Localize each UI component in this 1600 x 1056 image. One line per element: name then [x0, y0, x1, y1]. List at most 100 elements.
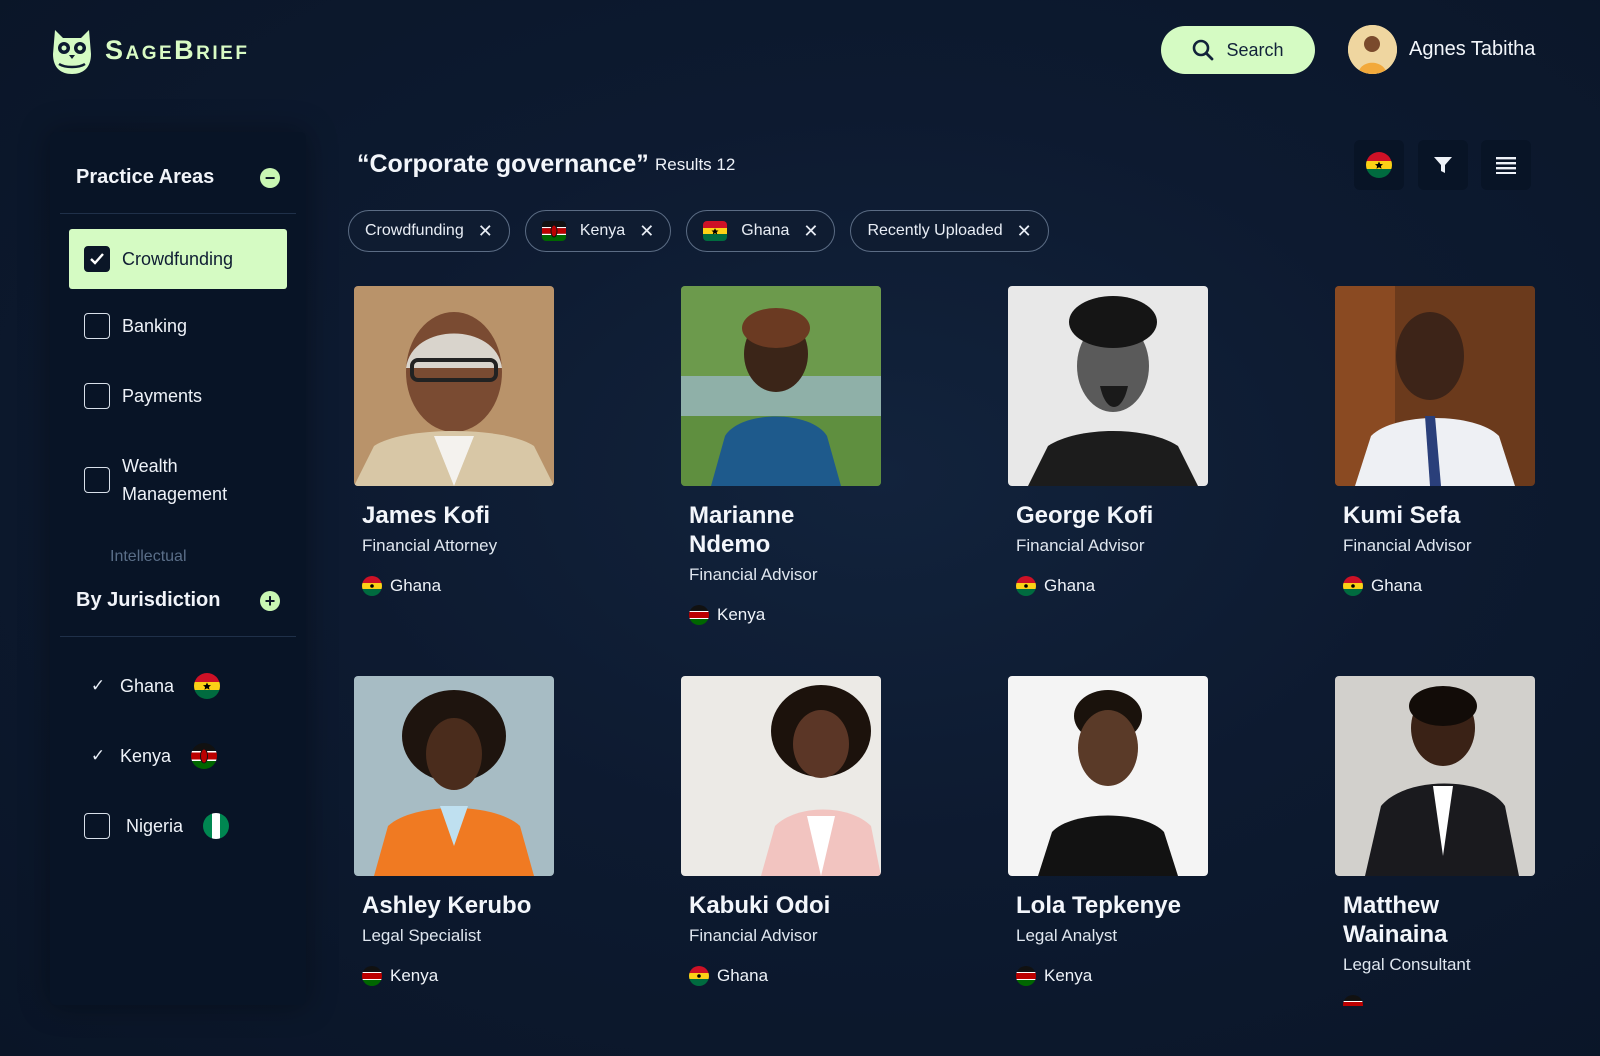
close-icon[interactable]: ✕	[478, 222, 493, 240]
practice-areas-header[interactable]: Practice Areas −	[76, 166, 280, 189]
profile-photo[interactable]	[681, 676, 881, 876]
person-location: Ghana	[681, 966, 881, 986]
person-name[interactable]: Marianne Ndemo	[681, 501, 831, 559]
profile-photo[interactable]	[354, 286, 554, 486]
profile-photo[interactable]	[1335, 286, 1535, 486]
person-name[interactable]: Lola Tepkenye	[1008, 891, 1208, 920]
person-name[interactable]: Matthew Wainaina	[1335, 891, 1485, 949]
kenya-flag-icon	[191, 743, 218, 769]
collapse-icon[interactable]: −	[260, 167, 280, 188]
owl-logo-icon	[53, 30, 91, 74]
person-card[interactable]: Kabuki Odoi Financial Advisor Ghana	[681, 676, 881, 986]
chip-label: Kenya	[579, 222, 626, 239]
person-name[interactable]: Ashley Kerubo	[354, 891, 554, 920]
practice-item-banking[interactable]: Banking	[84, 312, 187, 340]
person-name[interactable]: George Kofi	[1008, 501, 1208, 530]
chip-label: Crowdfunding	[365, 222, 464, 239]
person-card[interactable]: Kumi Sefa Financial Advisor Ghana	[1335, 286, 1535, 596]
person-card[interactable]: James Kofi Financial Attorney Ghana	[354, 286, 554, 596]
checkbox[interactable]	[84, 813, 110, 839]
person-location: Kenya	[681, 605, 881, 625]
checkbox[interactable]	[84, 313, 110, 339]
jurisdiction-label: Kenya	[120, 746, 172, 766]
expand-icon[interactable]: +	[260, 590, 280, 611]
check-icon[interactable]: ✓	[88, 676, 108, 696]
ghana-flag-icon	[689, 966, 709, 986]
person-country: Ghana	[1371, 576, 1423, 595]
profile-photo[interactable]	[1008, 286, 1208, 486]
person-name[interactable]: Kumi Sefa	[1335, 501, 1535, 530]
profile-photo[interactable]	[1008, 676, 1208, 876]
jurisdiction-item-nigeria[interactable]: Nigeria	[84, 812, 230, 840]
chip-ghana[interactable]: Ghana ✕	[686, 210, 836, 252]
divider	[60, 636, 296, 637]
funnel-icon	[1434, 157, 1452, 173]
user-name: Agnes Tabitha	[1409, 38, 1536, 60]
checkbox-checked[interactable]	[84, 246, 110, 272]
person-location: Ghana	[1008, 576, 1208, 596]
filter-button[interactable]	[1418, 140, 1468, 190]
person-role: Legal Analyst	[1016, 926, 1118, 945]
person-location: Ghana	[1335, 576, 1535, 596]
search-button[interactable]: Search	[1161, 26, 1315, 74]
person-name[interactable]: Kabuki Odoi	[681, 891, 881, 920]
person-country: Kenya	[717, 605, 766, 624]
practice-item-label: Banking	[122, 316, 188, 336]
person-role: Financial Attorney	[362, 536, 498, 555]
chip-crowdfunding[interactable]: Crowdfunding ✕	[348, 210, 510, 252]
list-icon	[1496, 157, 1516, 174]
ghana-flag-icon	[1366, 152, 1392, 178]
person-card[interactable]: Ashley Kerubo Legal Specialist Kenya	[354, 676, 554, 986]
person-role: Financial Advisor	[1343, 536, 1472, 555]
profile-photo[interactable]	[1335, 676, 1535, 876]
results-count: Results 12	[655, 155, 736, 174]
checkbox[interactable]	[84, 467, 110, 493]
kenya-flag-icon	[362, 966, 382, 986]
practice-item-intellectual-clipped[interactable]: Intellectual	[110, 548, 220, 562]
brand[interactable]: SageBrief	[49, 24, 249, 76]
profile-photo[interactable]	[354, 676, 554, 876]
profile-photo[interactable]	[681, 286, 881, 486]
country-filter-button[interactable]	[1354, 140, 1404, 190]
user-profile[interactable]: Agnes Tabitha	[1348, 25, 1535, 74]
practice-item-label: Crowdfunding	[122, 249, 234, 269]
avatar[interactable]	[1348, 25, 1397, 74]
brand-name: SageBrief	[105, 34, 250, 65]
person-role: Legal Consultant	[1343, 955, 1471, 974]
jurisdiction-item-ghana[interactable]: ✓ Ghana	[88, 672, 221, 700]
jurisdiction-header[interactable]: By Jurisdiction +	[76, 589, 280, 612]
filter-sidebar: Practice Areas − Crowdfunding Banking Pa…	[50, 132, 306, 1005]
person-card[interactable]: Marianne Ndemo Financial Advisor Kenya	[681, 286, 881, 625]
check-icon[interactable]: ✓	[88, 746, 108, 766]
person-country: Kenya	[390, 966, 439, 985]
list-view-button[interactable]	[1481, 140, 1531, 190]
practice-item-label: Wealth Management	[122, 456, 228, 504]
person-location: Kenya	[1008, 966, 1208, 986]
ghana-flag-icon	[194, 673, 221, 699]
person-card[interactable]: Lola Tepkenye Legal Analyst Kenya	[1008, 676, 1208, 986]
checkbox[interactable]	[84, 383, 110, 409]
close-icon[interactable]: ✕	[803, 222, 818, 240]
practice-areas-title: Practice Areas	[76, 166, 215, 188]
practice-item-wealth-management[interactable]: Wealth Management	[84, 452, 242, 508]
kenya-flag-icon	[1343, 995, 1363, 1006]
chip-kenya[interactable]: Kenya ✕	[524, 210, 672, 252]
person-name[interactable]: James Kofi	[354, 501, 554, 530]
person-country: Ghana	[717, 966, 769, 985]
ghana-flag-icon	[362, 576, 382, 596]
person-location: Kenya	[354, 966, 554, 986]
jurisdiction-label: Ghana	[120, 676, 175, 696]
check-icon	[90, 253, 104, 265]
search-label: Search	[1226, 39, 1284, 60]
practice-item-label: Payments	[122, 386, 203, 406]
close-icon[interactable]: ✕	[1017, 222, 1032, 240]
jurisdiction-item-kenya[interactable]: ✓ Kenya	[88, 742, 218, 770]
practice-item-crowdfunding[interactable]: Crowdfunding	[69, 229, 287, 289]
close-icon[interactable]: ✕	[639, 222, 654, 240]
person-card[interactable]: Matthew Wainaina Legal Consultant	[1335, 676, 1535, 1006]
jurisdiction-label: Nigeria	[126, 816, 184, 836]
practice-item-payments[interactable]: Payments	[84, 382, 202, 410]
person-card[interactable]: George Kofi Financial Advisor Ghana	[1008, 286, 1208, 596]
chip-recently-uploaded[interactable]: Recently Uploaded ✕	[850, 210, 1049, 252]
person-country: Kenya	[1044, 966, 1093, 985]
